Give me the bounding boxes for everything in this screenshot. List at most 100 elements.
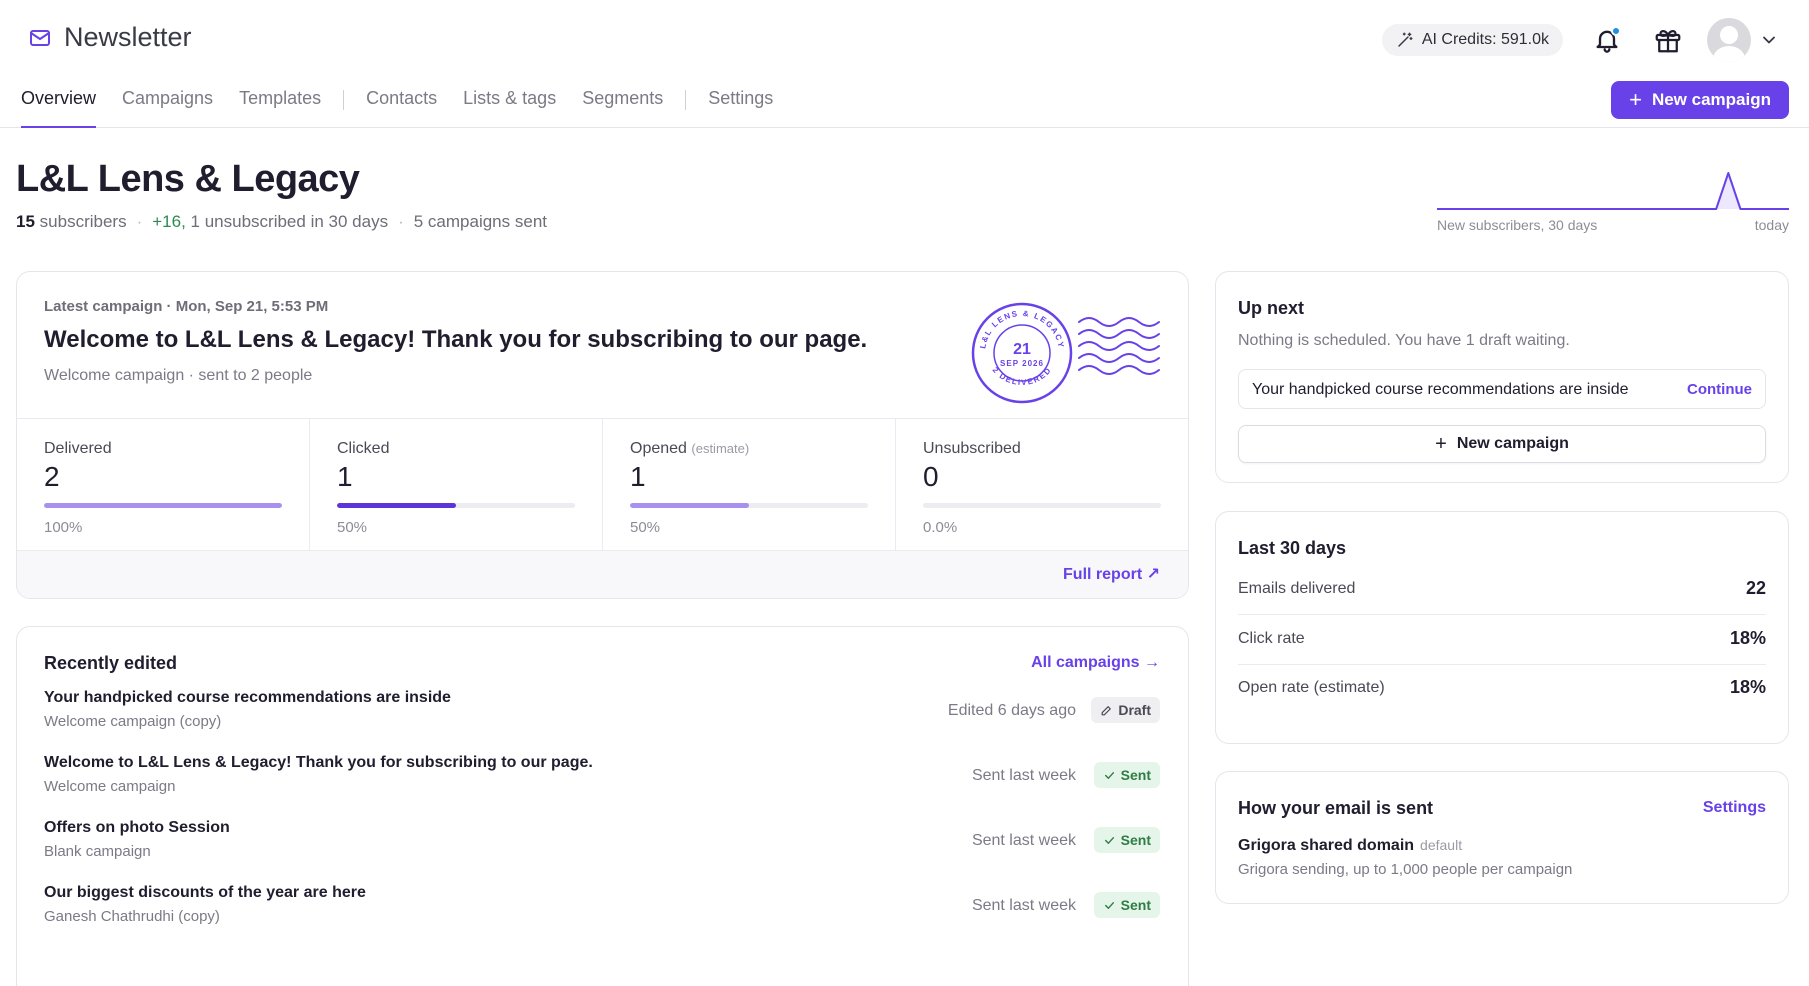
stat-progress-bar bbox=[337, 503, 575, 508]
latest-campaign-card: Latest campaign · Mon, Sep 21, 5:53 PM W… bbox=[16, 271, 1189, 599]
stat-percent: 0.0% bbox=[923, 519, 958, 536]
list-item[interactable]: Your handpicked course recommendations a… bbox=[44, 689, 1160, 745]
sending-description: Grigora sending, up to 1,000 people per … bbox=[1238, 861, 1573, 878]
list-item[interactable]: Welcome to L&L Lens & Legacy! Thank you … bbox=[44, 754, 1160, 810]
tab-settings[interactable]: Settings bbox=[708, 88, 773, 128]
up-next-note: Nothing is scheduled. You have 1 draft w… bbox=[1238, 332, 1570, 349]
stat-value: 1 bbox=[630, 461, 646, 492]
brand[interactable]: Newsletter bbox=[28, 22, 192, 53]
stamp-day: 21 bbox=[1013, 341, 1031, 358]
up-next-card: Up next Nothing is scheduled. You have 1… bbox=[1215, 271, 1789, 483]
tab-templates[interactable]: Templates bbox=[239, 88, 321, 128]
campaign-source: Welcome campaign (copy) bbox=[44, 713, 222, 730]
new-campaign-label: New campaign bbox=[1651, 90, 1771, 109]
status-badge: Sent bbox=[1093, 892, 1160, 918]
stat-progress-bar bbox=[44, 503, 282, 508]
tab-contacts[interactable]: Contacts bbox=[366, 88, 437, 128]
status-badge: Sent bbox=[1093, 762, 1160, 788]
list-item[interactable]: Offers on photo Session Blank campaign S… bbox=[44, 819, 1160, 875]
ai-credits-badge[interactable]: AI Credits: 591.0k bbox=[1381, 24, 1563, 56]
main-tabs: Overview Campaigns Templates Contacts Li… bbox=[21, 88, 799, 128]
sending-title: How your email is sent bbox=[1238, 798, 1434, 818]
stat-opened: Opened (estimate) 1 50% bbox=[603, 419, 896, 552]
gift-icon[interactable] bbox=[1653, 25, 1683, 55]
list-item[interactable]: Our biggest discounts of the year are he… bbox=[44, 884, 1160, 940]
default-tag: default bbox=[1420, 837, 1463, 853]
sending-settings-card: How your email is sent Settings Grigora … bbox=[1215, 771, 1789, 904]
org-stats: 15 subscribers · +16, 1 unsubscribed in … bbox=[16, 212, 547, 231]
status-badge: Draft bbox=[1091, 697, 1160, 723]
notification-dot bbox=[1611, 26, 1621, 36]
tab-divider bbox=[685, 90, 687, 110]
chevron-down-icon bbox=[1763, 36, 1775, 44]
last-30-days-title: Last 30 days bbox=[1238, 538, 1347, 558]
draft-item[interactable]: Your handpicked course recommendations a… bbox=[1238, 369, 1766, 409]
metric-row: Open rate (estimate) 18% bbox=[1238, 665, 1766, 714]
new-campaign-button[interactable]: + New campaign bbox=[1611, 81, 1789, 119]
metric-label: Emails delivered bbox=[1238, 580, 1356, 597]
campaign-when: Sent last week bbox=[971, 832, 1076, 849]
tab-segments[interactable]: Segments bbox=[582, 88, 663, 128]
continue-link[interactable]: Continue bbox=[1687, 381, 1752, 398]
tab-lists-tags[interactable]: Lists & tags bbox=[463, 88, 556, 128]
sparkline-end-label: today bbox=[1754, 217, 1789, 233]
top-bar: Newsletter AI Credits: 591.0k Overview C… bbox=[0, 0, 1809, 128]
full-report-link[interactable]: Full report ↗ bbox=[1063, 564, 1160, 584]
draft-title: Your handpicked course recommendations a… bbox=[1252, 381, 1629, 398]
stamp-bottom-text: 2 DELIVERED bbox=[991, 365, 1052, 387]
recently-edited-title: Recently edited bbox=[44, 653, 178, 673]
last-30-days-card: Last 30 days Emails delivered 22 Click r… bbox=[1215, 511, 1789, 744]
campaign-when: Edited 6 days ago bbox=[947, 702, 1076, 719]
sparkline-label: New subscribers, 30 days bbox=[1437, 217, 1598, 233]
metric-label: Open rate (estimate) bbox=[1238, 679, 1385, 696]
campaign-stats: Delivered 2 100% Clicked 1 50% Opened (e… bbox=[17, 418, 1188, 552]
header-actions: AI Credits: 591.0k bbox=[1381, 18, 1779, 62]
campaign-title: Your handpicked course recommendations a… bbox=[44, 689, 451, 706]
sending-settings-link[interactable]: Settings bbox=[1703, 799, 1766, 817]
stat-unsubscribed: Unsubscribed 0 0.0% bbox=[896, 419, 1188, 552]
campaign-source: Blank campaign bbox=[44, 843, 151, 860]
new-campaign-secondary-button[interactable]: + New campaign bbox=[1238, 425, 1766, 463]
metric-row: Emails delivered 22 bbox=[1238, 566, 1766, 615]
stat-value: 2 bbox=[44, 461, 60, 492]
latest-campaign-title[interactable]: Welcome to L&L Lens & Legacy! Thank you … bbox=[44, 326, 867, 354]
stat-value: 0 bbox=[923, 461, 939, 492]
mail-icon bbox=[30, 29, 50, 46]
tab-divider bbox=[343, 90, 345, 110]
tab-campaigns[interactable]: Campaigns bbox=[122, 88, 213, 128]
sparkline-area bbox=[1437, 173, 1789, 209]
plus-icon: + bbox=[1629, 87, 1642, 112]
metric-label: Click rate bbox=[1238, 630, 1305, 647]
avatar bbox=[1707, 18, 1751, 62]
stat-delivered: Delivered 2 100% bbox=[17, 419, 310, 552]
account-menu[interactable] bbox=[1707, 18, 1779, 62]
up-next-title: Up next bbox=[1238, 298, 1305, 318]
campaign-when: Sent last week bbox=[971, 767, 1076, 784]
stamp-month-year: SEP 2026 bbox=[1000, 359, 1044, 368]
all-campaigns-link[interactable]: All campaigns → bbox=[1031, 654, 1160, 672]
campaign-source: Welcome campaign bbox=[44, 778, 176, 795]
campaigns-sent: 5 campaigns sent bbox=[413, 212, 547, 231]
latest-campaign-sub: Welcome campaign · sent to 2 people bbox=[44, 367, 313, 384]
metric-value: 22 bbox=[1745, 578, 1766, 598]
latest-campaign-meta: Latest campaign · Mon, Sep 21, 5:53 PM bbox=[44, 298, 329, 315]
metric-value: 18% bbox=[1729, 628, 1766, 648]
campaign-title: Offers on photo Session bbox=[44, 819, 230, 836]
growth-summary: +16, 1 unsubscribed in 30 days bbox=[152, 212, 389, 231]
status-badge: Sent bbox=[1093, 827, 1160, 853]
stat-percent: 50% bbox=[337, 519, 368, 536]
campaign-source: Ganesh Chathrudhi (copy) bbox=[44, 908, 220, 925]
ai-credits-label: AI Credits: 591.0k bbox=[1421, 31, 1549, 48]
stat-value: 1 bbox=[337, 461, 353, 492]
stamp-wave-lines bbox=[1078, 317, 1160, 375]
plus-icon: + bbox=[1435, 432, 1447, 455]
tab-overview[interactable]: Overview bbox=[21, 88, 97, 128]
sending-domain: Grigora shared domain default bbox=[1238, 837, 1463, 854]
stat-percent: 100% bbox=[44, 519, 83, 536]
campaign-title: Our biggest discounts of the year are he… bbox=[44, 884, 366, 901]
notifications-button[interactable] bbox=[1593, 26, 1621, 54]
check-icon bbox=[1104, 771, 1114, 779]
pencil-icon bbox=[1101, 705, 1112, 715]
stat-percent: 50% bbox=[630, 519, 661, 536]
metric-value: 18% bbox=[1729, 677, 1766, 697]
